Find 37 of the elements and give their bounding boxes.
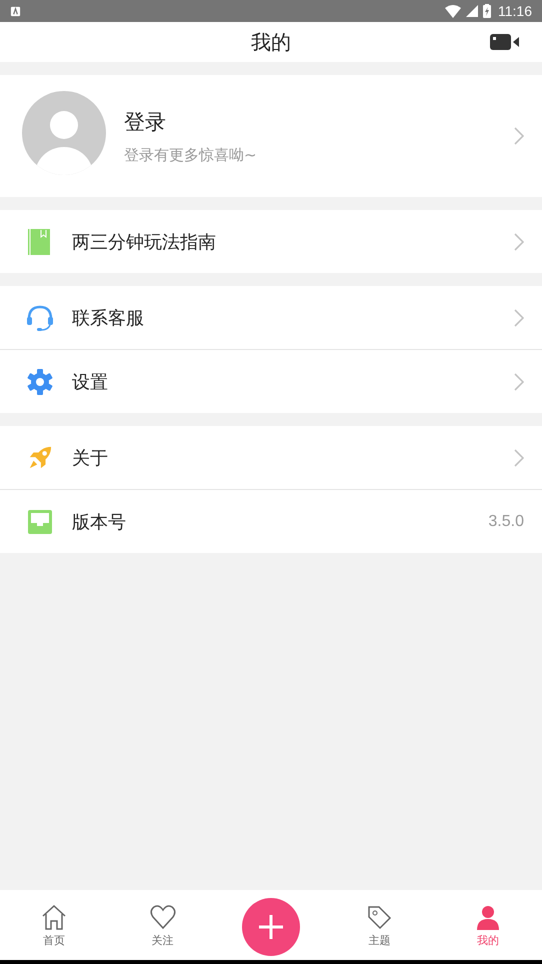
- settings-icon: [26, 368, 54, 394]
- wifi-icon: [445, 4, 461, 18]
- chevron-right-icon: [514, 372, 524, 390]
- menu-row[interactable]: 版本号 3.5.0: [0, 490, 542, 553]
- tab-item[interactable]: 主题: [365, 902, 394, 948]
- menu-row[interactable]: 联系客服: [0, 286, 542, 350]
- menu-row[interactable]: 设置: [0, 350, 542, 413]
- menu-row[interactable]: 关于: [0, 426, 542, 490]
- tab-item[interactable]: 关注: [148, 902, 177, 948]
- page-title: 我的: [251, 28, 291, 56]
- video-camera-icon[interactable]: [490, 33, 520, 51]
- menu-label: 设置: [72, 370, 108, 394]
- signal-icon: [466, 5, 478, 17]
- heart-icon: [148, 902, 177, 930]
- tab-item[interactable]: 我的: [474, 902, 502, 948]
- clock-time: 11:16: [498, 3, 532, 19]
- headset-icon: [26, 304, 54, 330]
- menu-row[interactable]: 两三分钟玩法指南: [0, 210, 542, 273]
- tab-item[interactable]: 首页: [40, 902, 68, 948]
- house-icon: [40, 902, 68, 930]
- chevron-right-icon: [514, 127, 524, 145]
- chevron-right-icon: [514, 232, 524, 250]
- login-title: 登录: [124, 108, 167, 136]
- chevron-right-icon: [514, 308, 524, 326]
- plus-icon: [258, 914, 284, 940]
- inbox-icon: [26, 510, 54, 534]
- chevron-right-icon: [514, 448, 524, 466]
- menu-label: 版本号: [72, 510, 126, 534]
- version-number: 3.5.0: [488, 512, 524, 530]
- profile-card[interactable]: 登录 登录有更多惊喜呦~: [0, 75, 542, 197]
- avatar-icon: [22, 91, 106, 175]
- menu-label: 关于: [72, 446, 108, 470]
- notification-icon: [10, 6, 21, 16]
- battery-icon: [483, 4, 491, 18]
- menu-label: 联系客服: [72, 306, 144, 330]
- menu-label: 两三分钟玩法指南: [72, 230, 216, 254]
- login-hint: 登录有更多惊喜呦~: [124, 146, 258, 164]
